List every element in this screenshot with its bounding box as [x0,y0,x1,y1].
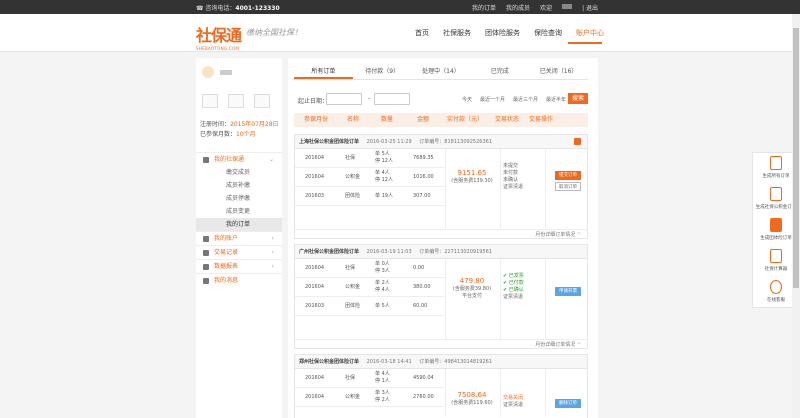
insured-months: 已参保月数：10个月 [200,131,256,138]
tab-closed[interactable]: 已关闭（16） [529,64,588,79]
filter-today[interactable]: 今天 [462,96,472,103]
menu-sub-back-pay[interactable]: 成员补缴 [196,179,282,192]
nav-account-center[interactable]: 账户中心 [576,28,604,38]
avatar-name-redacted [220,70,232,75]
table-row: 201604 社保单 0人停 3人 0.00 [295,259,445,278]
table-row: 201604 公积金单 3人停 2人 2760.00 [295,388,445,407]
email-icon[interactable] [254,94,270,108]
nav-active-underline [568,42,602,44]
order-header: 郑州社保公积金团体险订单 2016-03-18 14:41 订单编号：49841… [295,355,587,369]
scrollbar-thumb[interactable] [793,28,799,288]
register-time: 注册时间：2015年07月28日 [200,121,279,128]
main-nav: 首页 社保服务 团体险服务 保险查询 账户中心 [415,28,604,44]
table-row: 201604 公积金单 2人停 4人 380.00 [295,278,445,297]
tab-processing[interactable]: 处理中（14） [412,64,471,79]
filter-last-half-year[interactable]: 最近半年 [546,96,566,103]
logo[interactable]: 社保通 SHEBAOTONG.COM [196,22,242,51]
paid-amount: 479.80 (含服务费39.80) 平台支付 [452,277,492,299]
nav-home[interactable]: 首页 [415,28,429,38]
order-detail-icon[interactable] [574,138,581,145]
sidebar: 注册时间：2015年07月28日 已参保月数：10个月 我的社保通 ⌄ 缴交成员 … [196,58,282,418]
order-header: 广州社保公积金团体险订单 2016-03-19 11:03 订单编号：22711… [295,245,587,259]
my-orders-link[interactable]: 我的订单 [472,3,496,12]
chevron-right-icon: › [271,235,274,242]
chevron-up-icon: ⌃ [576,232,581,238]
username-redacted [562,4,573,9]
my-members-link[interactable]: 我的成员 [506,3,530,12]
paid-amount: 7508.64 (含服务费119.60) [451,391,493,406]
order-header: 上海社保公积金团体险订单 2016-03-25 11:29 订单编号：81811… [295,135,587,149]
cancel-order-button[interactable]: 取消订单 [555,182,581,191]
menu-my-shebaotong[interactable]: 我的社保通 ⌄ [196,152,282,166]
avatar[interactable] [202,66,214,78]
apply-invoice-button[interactable]: 申请开票 [555,287,581,296]
order-card: 广州社保公积金团体险订单 2016-03-19 11:03 订单编号：22711… [294,244,588,349]
document-icon [770,187,782,201]
chevron-up-icon: ⌃ [576,342,581,348]
page-scrollbar[interactable] [792,14,800,418]
end-date-input[interactable] [374,93,410,105]
date-range-label: 起止日期： [298,98,329,105]
wallet-icon [203,236,209,242]
hotline: ☎ 咨询电话：4001-123330 [196,5,280,12]
start-date-input[interactable] [326,93,362,105]
table-row: 201604 社保单 5人停 12人 7689.35 [295,149,445,168]
table-row: 201604 公积金单 4人停 12人 1016.00 [295,168,445,187]
submit-order-button[interactable]: 提交订单 [555,171,581,180]
tab-all-orders[interactable]: 所有订单 [294,64,353,79]
list-icon [203,250,209,256]
pie-chart-icon [203,264,209,270]
table-header: 参保月份 名称 数量 金额 实付款（元） 交易状态 交易操作 [294,113,588,127]
users-icon [203,157,209,163]
table-row: 201603 团体险单 19人 307.00 [295,187,445,206]
top-bar: ☎ 咨询电话：4001-123330 我的订单 我的成员 欢迎 | 退出 [0,0,800,14]
table-row: 201604 社保单 4人停 1人 4590.04 [295,369,445,388]
logout-link[interactable]: | 退出 [582,3,598,12]
filter-last-3-months[interactable]: 最近三个月 [513,96,538,103]
tab-completed[interactable]: 已完成 [470,64,529,79]
mobile-icon[interactable] [228,94,244,108]
tab-pending-payment[interactable]: 待付款（9） [353,64,412,79]
date-filter: 起止日期： - 今天 最近一个月 最近三个月 最近半年 搜索 [294,92,588,106]
order-footer[interactable]: 月份详细订单情况 ⌃ [295,339,587,349]
nav-group-insurance[interactable]: 团体险服务 [485,28,520,38]
table-row: 201603 团体险单 5人 60.00 [295,297,445,316]
order-status: 未提交 未付款 未确认 证票清退 [503,163,524,190]
menu-transactions[interactable]: 交易记录 › [196,245,282,259]
nav-insurance-query[interactable]: 保险查询 [534,28,562,38]
filter-last-month[interactable]: 最近一个月 [480,96,505,103]
nav-social-service[interactable]: 社保服务 [443,28,471,38]
order-tabs: 所有订单 待付款（9） 处理中（14） 已完成 已关闭（16） [294,64,588,80]
orders-panel: 所有订单 待付款（9） 处理中（14） 已完成 已关闭（16） 起止日期： - … [288,58,598,418]
menu-my-account[interactable]: 我的账户 › [196,231,282,245]
menu-sub-stop-pay[interactable]: 成员停缴 [196,192,282,205]
sidebar-menu: 我的社保通 ⌄ 缴交成员 成员补缴 成员停缴 成员变更 我的订单 我的账户 › 交易… [196,152,282,287]
order-status: ✔ 已发票 ✔ 已付款 ✔ 已确认 证票清退 [503,273,524,300]
order-status: 交易关闭 证票清退 [503,395,524,408]
slogan: 缴纳全国社保！ [246,28,302,37]
order-card: 上海社保公积金团体险订单 2016-03-25 11:29 订单编号：81811… [294,134,588,239]
chevron-right-icon: › [271,249,274,256]
menu-sub-pay-members[interactable]: 缴交成员 [196,166,282,179]
welcome-text: 欢迎 [540,5,553,12]
calculator-icon [770,249,782,263]
header: 社保通 SHEBAOTONG.COM 缴纳全国社保！ 首页 社保服务 团体险服务… [0,14,800,52]
menu-reports[interactable]: 数据报表 › [196,259,282,273]
headset-icon [770,280,782,294]
chevron-down-icon: ⌄ [268,156,274,163]
document-icon [770,218,782,232]
order-card: 郑州社保公积金团体险订单 2016-03-18 14:41 订单编号：49841… [294,354,588,418]
order-footer[interactable]: 月份详细订单情况 ⌃ [295,229,587,239]
menu-messages[interactable]: 我的消息 [196,273,282,287]
search-button[interactable]: 搜索 [568,93,588,104]
paid-amount: 9151.65 (含服务费139.30) [451,169,493,184]
id-card-icon[interactable] [202,94,218,108]
hotline-number: 4001-123330 [235,5,280,12]
menu-sub-my-orders[interactable]: 我的订单 [196,218,282,231]
speaker-icon [203,278,209,284]
delete-order-button[interactable]: 删除订单 [555,399,581,408]
chevron-right-icon: › [271,263,274,270]
document-icon [770,156,782,170]
menu-sub-change[interactable]: 成员变更 [196,205,282,218]
